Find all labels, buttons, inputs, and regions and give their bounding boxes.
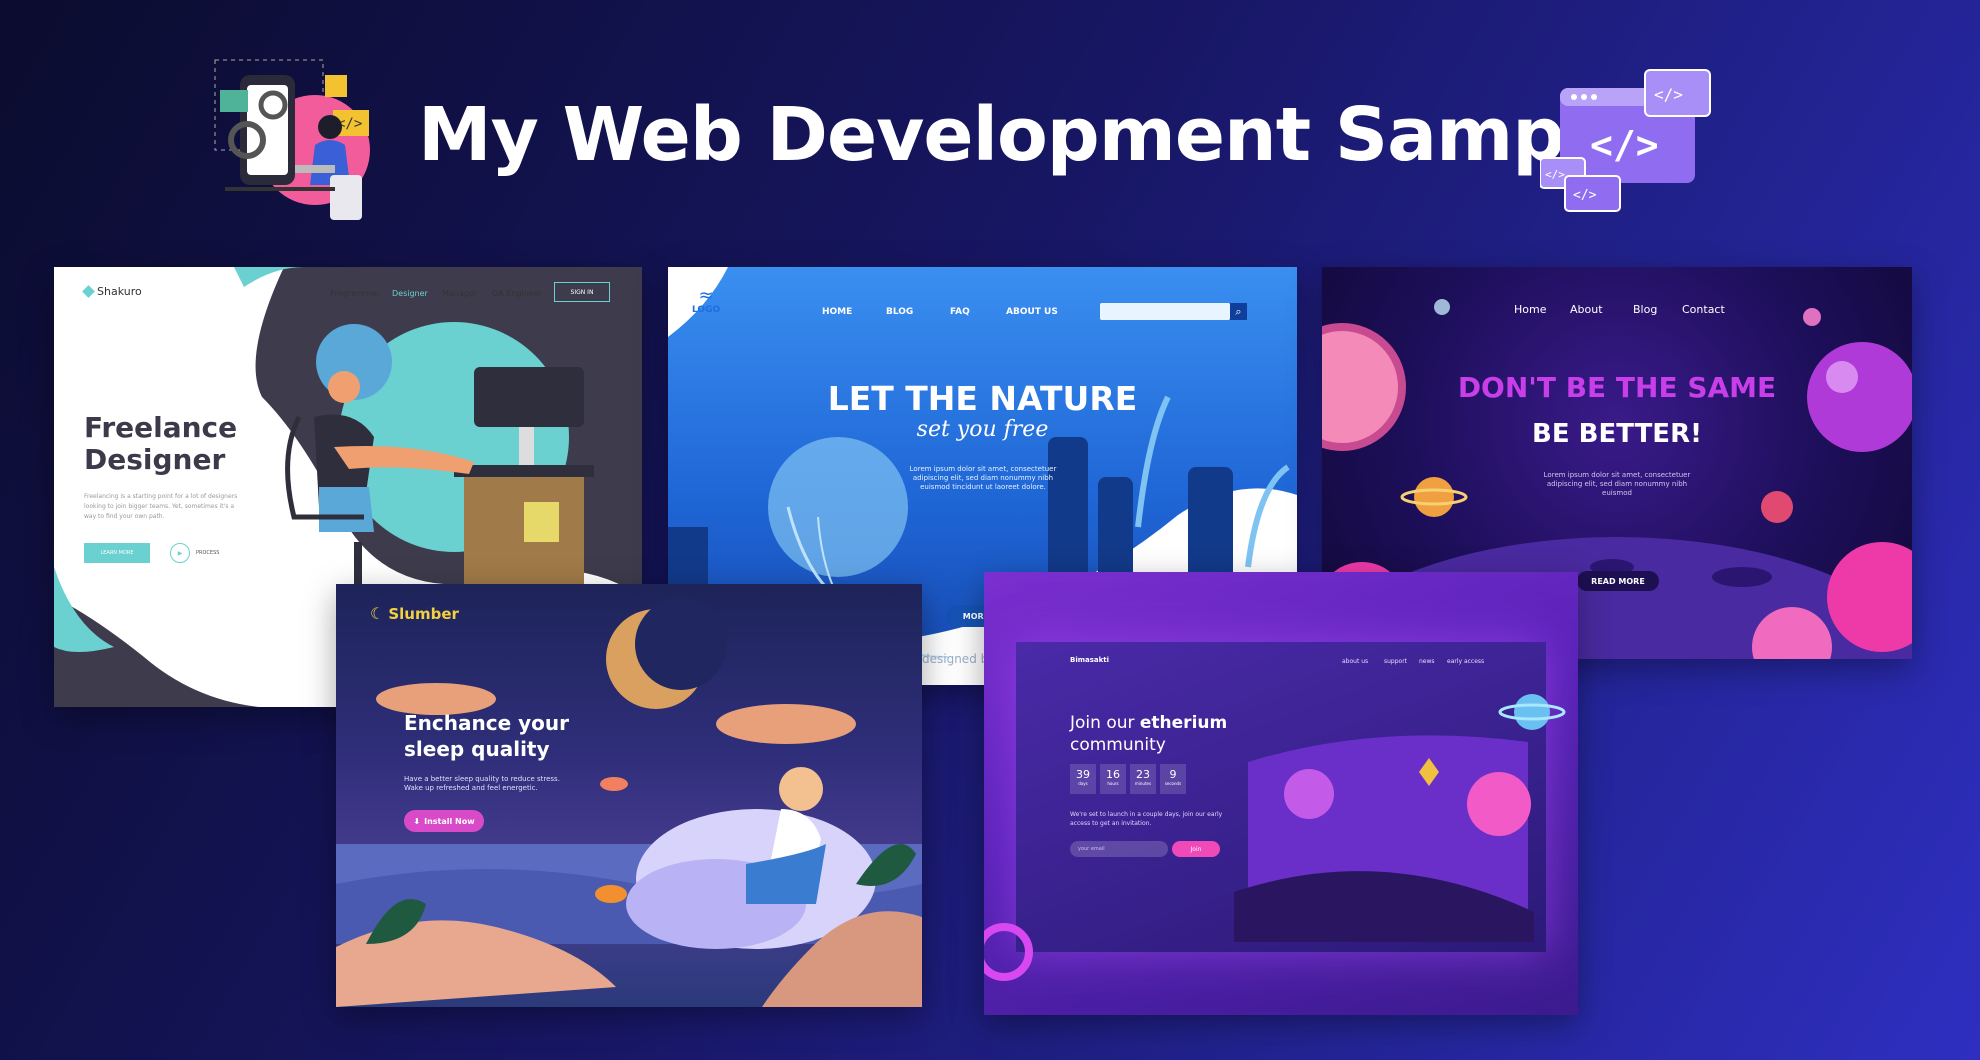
hero-subtitle: set you free: [916, 417, 1049, 442]
hero-description: Freelancing is a starting point for a lo…: [84, 493, 238, 520]
sign-in-button[interactable]: SIGN IN: [554, 282, 610, 302]
nav-designer[interactable]: Designer: [392, 289, 428, 298]
hero-description: Lorem ipsum dolor sit amet, consectetuer…: [909, 465, 1057, 491]
nav-programmer[interactable]: Programmer: [330, 289, 380, 298]
install-now-label: Install Now: [424, 816, 475, 826]
countdown-hours: 16 hours: [1100, 764, 1126, 794]
hero-title: Freelance Designer: [84, 411, 238, 476]
search-icon[interactable]: ⌕: [1230, 303, 1247, 320]
developer-illustration: </>: [205, 55, 385, 225]
diamond-icon: [82, 285, 95, 298]
nav-home[interactable]: Home: [1514, 303, 1546, 316]
hero-title: LET THE NATURE: [827, 379, 1138, 418]
brand-logo[interactable]: ☾ Slumber: [370, 604, 459, 623]
nav-about-us[interactable]: ABOUT US: [1006, 307, 1058, 317]
hero-description: We're set to launch in a couple days, jo…: [1070, 811, 1223, 827]
hero-title: Enchance your sleep quality: [404, 711, 569, 761]
learn-more-button[interactable]: LEARN MORE: [84, 543, 150, 563]
moon-icon: ☾: [370, 604, 385, 623]
nav-contact[interactable]: Contact: [1682, 303, 1725, 316]
code-window-icon: </> </> </> </>: [1539, 68, 1720, 213]
svg-text:</>: </>: [1573, 188, 1597, 203]
hero-title-bold: etherium: [1139, 713, 1228, 733]
install-now-button[interactable]: ⬇ Install Now: [404, 810, 484, 832]
hero-subtitle: BE BETTER!: [1532, 419, 1702, 449]
countdown-unit: hours: [1107, 781, 1119, 786]
hero-title: DON'T BE THE SAME: [1457, 371, 1777, 404]
countdown-minutes: 23 minutes: [1130, 764, 1156, 794]
page-title: My Web Development Samples: [418, 92, 1682, 178]
hero-title-suffix: community: [1070, 735, 1166, 755]
brand-name: Slumber: [388, 604, 459, 623]
sample-card-etherium[interactable]: Bimasakti about us support news early ac…: [984, 572, 1578, 1015]
nav-about-us[interactable]: about us: [1342, 658, 1368, 665]
download-icon: ⬇: [413, 816, 421, 826]
countdown: 39 days 16 hours 23 minutes 9 seconds: [1070, 764, 1186, 794]
countdown-unit: seconds: [1164, 781, 1182, 786]
nav-manager[interactable]: Manager: [442, 289, 477, 298]
process-link[interactable]: ▶ PROCESS: [170, 543, 219, 563]
hero-description: Lorem ipsum dolor sit amet, consectetuer…: [1543, 471, 1691, 497]
brand-logo[interactable]: ≈ LOGO: [692, 285, 721, 316]
countdown-value: 9: [1169, 768, 1177, 781]
svg-text:</>: </>: [1590, 123, 1659, 167]
brand-name: Shakuro: [97, 285, 142, 298]
email-field[interactable]: your email: [1070, 841, 1168, 857]
process-label: PROCESS: [196, 550, 220, 556]
play-icon: ▶: [170, 543, 190, 563]
svg-text:</>: </>: [1545, 168, 1565, 181]
search-input[interactable]: [1100, 303, 1230, 320]
nav-support[interactable]: support: [1384, 658, 1407, 665]
countdown-value: 39: [1076, 768, 1090, 781]
sample-card-slumber[interactable]: ☾ Slumber Enchance your sleep quality Ha…: [336, 584, 922, 1007]
countdown-seconds: 9 seconds: [1160, 764, 1186, 794]
countdown-value: 16: [1106, 768, 1120, 781]
nav-blog[interactable]: Blog: [1633, 303, 1657, 316]
brand-logo[interactable]: Shakuro: [82, 285, 142, 298]
nav-blog[interactable]: BLOG: [886, 307, 913, 317]
read-more-button[interactable]: READ MORE: [1577, 571, 1659, 591]
nav-home[interactable]: HOME: [822, 307, 852, 317]
brand-name: LOGO: [692, 305, 721, 315]
countdown-unit: days: [1078, 781, 1088, 786]
svg-text:</>: </>: [1654, 85, 1683, 104]
hero-title: Join our etherium community: [1070, 712, 1240, 756]
hero-title-prefix: Join our: [1070, 713, 1140, 733]
countdown-value: 23: [1136, 768, 1150, 781]
countdown-unit: minutes: [1134, 781, 1152, 786]
hero-description: Have a better sleep quality to reduce st…: [404, 775, 560, 792]
join-button[interactable]: Join: [1172, 841, 1220, 857]
nav-qa-engineer[interactable]: QA Engineer: [492, 289, 542, 298]
nav-about[interactable]: About: [1570, 303, 1603, 316]
wave-icon: ≈: [698, 285, 714, 306]
countdown-days: 39 days: [1070, 764, 1096, 794]
brand-logo[interactable]: Bimasakti: [1070, 656, 1109, 664]
nav-early-access[interactable]: early access: [1447, 658, 1484, 665]
nav-faq[interactable]: FAQ: [950, 307, 970, 317]
nav-news[interactable]: news: [1419, 658, 1435, 665]
